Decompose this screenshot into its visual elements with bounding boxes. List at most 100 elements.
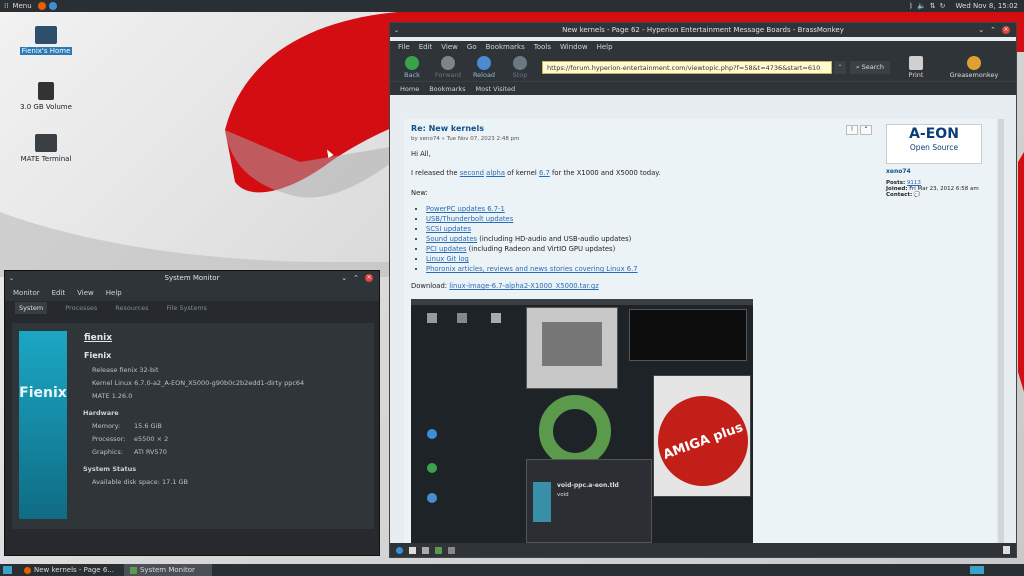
menu-button[interactable]: Menu [12, 2, 31, 10]
scrollbar[interactable] [998, 119, 1004, 543]
drive-icon [38, 82, 54, 100]
volume-icon[interactable]: 🔈 [917, 2, 926, 10]
user-avatar[interactable]: A-EON Open Source [886, 124, 982, 164]
maximize-icon[interactable]: ⌃ [990, 26, 996, 34]
status-navigator-icon[interactable] [396, 546, 403, 554]
list-item-link[interactable]: PowerPC updates 6.7-1 [426, 205, 505, 213]
maximize-icon[interactable]: ⌃ [353, 274, 359, 282]
desktop-icon-volume[interactable]: 3.0 GB Volume [16, 82, 76, 111]
menu-file[interactable]: File [398, 43, 410, 51]
menu-monitor[interactable]: Monitor [13, 289, 40, 297]
intro-link-version[interactable]: 6.7 [539, 169, 550, 177]
print-button[interactable]: Print [898, 55, 934, 79]
list-item-link[interactable]: Sound updates [426, 235, 477, 243]
bookmarks-bar: Home Bookmarks Most Visited [390, 81, 1016, 95]
disk-row: Available disk space: 17.1 GB [92, 478, 188, 486]
status-address-icon[interactable] [448, 546, 455, 554]
bookmark-bookmarks[interactable]: Bookmarks [429, 85, 465, 93]
os-name: Fienix [84, 351, 112, 360]
clock[interactable]: Wed Nov 8, 15:02 [956, 2, 1018, 10]
top-panel: ⁞⁞ Menu ᛒ 🔈 ⇅ ↻ Wed Nov 8, 15:02 [0, 0, 1024, 12]
menu-view[interactable]: View [77, 289, 94, 297]
list-item-link[interactable]: Linux Git log [426, 255, 469, 263]
disk-value: 17.1 GB [161, 478, 189, 486]
menu-bookmarks[interactable]: Bookmarks [486, 43, 525, 51]
url-bar[interactable]: https://forum.hyperion-entertainment.com… [542, 60, 832, 74]
kernel-info: Kernel Linux 6.7.0-a2_A-EON_X5000-g90b0c… [92, 379, 305, 387]
show-desktop-icon[interactable] [3, 566, 12, 574]
taskbar-item-sysmon[interactable]: System Monitor [123, 564, 212, 576]
browser-menubar: File Edit View Go Bookmarks Tools Window… [390, 41, 1016, 53]
embedded-topbar [411, 299, 753, 305]
browser-launcher-icon[interactable] [37, 2, 46, 10]
tab-system[interactable]: System [15, 302, 48, 314]
menu-help[interactable]: Help [597, 43, 613, 51]
bookmark-home[interactable]: Home [400, 85, 419, 93]
list-item-link[interactable]: SCSI updates [426, 225, 471, 233]
back-arrow-icon [405, 55, 419, 70]
list-item-text: (including HD-audio and USB-audio update… [477, 235, 632, 243]
reload-button[interactable]: Reload [466, 55, 502, 79]
minimize-icon[interactable]: ⌄ [341, 274, 347, 282]
minimize-icon[interactable]: ⌄ [978, 26, 984, 34]
report-icon[interactable]: ! [846, 125, 858, 135]
back-label: Back [404, 70, 420, 79]
back-button[interactable]: Back [394, 55, 430, 79]
stop-button[interactable]: Stop [502, 55, 538, 79]
list-item: Linux Git log [426, 255, 786, 263]
window-menu-icon[interactable]: ⌄ [394, 27, 399, 34]
menu-view[interactable]: View [441, 43, 458, 51]
status-mail-icon[interactable] [409, 546, 416, 554]
changes-list: PowerPC updates 6.7-1 USB/Thunderbolt up… [426, 203, 786, 275]
search-button[interactable]: ⌕ Search [850, 60, 890, 74]
embedded-screenshot[interactable]: AMIGA plus void-ppc.a-eon.tld void [411, 299, 753, 543]
post-title[interactable]: Re: New kernels [411, 124, 484, 133]
tab-file-systems[interactable]: File Systems [167, 304, 208, 312]
intro-link-second[interactable]: second [460, 169, 484, 177]
embedded-icon [427, 313, 437, 323]
system-status-heading: System Status [83, 465, 137, 473]
desktop-icon-label: MATE Terminal [20, 155, 72, 163]
apps-grid-icon[interactable]: ⁞⁞ [4, 2, 8, 10]
greasemonkey-button[interactable]: Greasemonkey [944, 55, 1004, 79]
print-label: Print [908, 70, 924, 79]
tab-resources[interactable]: Resources [115, 304, 148, 312]
bookmark-most-visited[interactable]: Most Visited [476, 85, 516, 93]
menu-go[interactable]: Go [467, 43, 477, 51]
forward-button[interactable]: Forward [430, 55, 466, 79]
menu-tools[interactable]: Tools [534, 43, 551, 51]
browser2-launcher-icon[interactable] [48, 2, 57, 10]
contact-icon[interactable]: 💬 [914, 192, 921, 198]
intro-link-alpha[interactable]: alpha [486, 169, 505, 177]
close-icon[interactable]: × [1002, 26, 1010, 34]
quote-icon[interactable]: “ [860, 125, 872, 135]
status-composer-icon[interactable] [422, 546, 429, 554]
url-dropdown-icon[interactable]: ⌄ [834, 60, 846, 74]
update-icon[interactable]: ↻ [940, 2, 946, 10]
list-item-link[interactable]: Phoronix articles, reviews and news stor… [426, 265, 638, 273]
workspace-switcher[interactable] [970, 566, 984, 574]
hostname[interactable]: fienix [84, 333, 112, 343]
menu-edit[interactable]: Edit [52, 289, 66, 297]
memory-row: Memory: 15.6 GiB [92, 422, 162, 430]
status-chat-icon[interactable] [435, 546, 442, 554]
profile-username[interactable]: xeno74 [886, 168, 988, 175]
browser-toolbar: Back Forward Reload Stop https://forum.h… [390, 53, 1016, 81]
embedded-sysmon-window: void-ppc.a-eon.tld void [526, 459, 652, 543]
menu-edit[interactable]: Edit [419, 43, 433, 51]
menu-help[interactable]: Help [106, 289, 122, 297]
close-icon[interactable]: × [365, 274, 373, 282]
intro-text-suffix: for the X1000 and X5000 today. [549, 169, 661, 177]
monkey-icon [967, 55, 981, 70]
list-item-link[interactable]: USB/Thunderbolt updates [426, 215, 513, 223]
desktop-icon-terminal[interactable]: MATE Terminal [16, 134, 76, 163]
window-menu-icon[interactable]: ⌄ [9, 275, 14, 282]
list-item-link[interactable]: PCI updates [426, 245, 467, 253]
taskbar-item-browser[interactable]: New kernels - Page 6... [20, 564, 118, 576]
download-link[interactable]: linux-image-6.7-alpha2-X1000_X5000.tar.g… [449, 282, 599, 290]
network-icon[interactable]: ⇅ [930, 2, 936, 10]
tab-processes[interactable]: Processes [65, 304, 97, 312]
bluetooth-icon[interactable]: ᛒ [909, 2, 913, 10]
desktop-icon-home[interactable]: Fienix's Home [16, 26, 76, 55]
menu-window[interactable]: Window [560, 43, 588, 51]
